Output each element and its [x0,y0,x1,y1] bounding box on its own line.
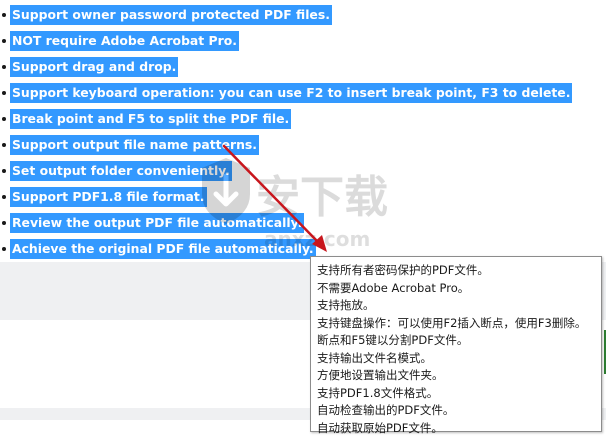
bullet-icon [2,195,6,199]
feature-item: Break point and F5 to split the PDF file… [0,109,291,129]
feature-item: Support output file name patterns. [0,135,259,155]
feature-item: Support owner password protected PDF fil… [0,5,332,25]
feature-item: Review the output PDF file automatically… [0,213,304,233]
tooltip-line: 支持输出文件名模式。 [317,350,601,368]
tooltip-line: 断点和F5键以分割PDF文件。 [317,332,601,350]
feature-text[interactable]: Support PDF1.8 file format. [10,187,207,207]
tooltip-line: 自动获取原始PDF文件。 [317,420,601,437]
feature-text[interactable]: Break point and F5 to split the PDF file… [10,109,291,129]
tooltip-line: 支持所有者密码保护的PDF文件。 [317,262,601,280]
bullet-icon [2,221,6,225]
bullet-icon [2,91,6,95]
feature-item: Support keyboard operation: you can use … [0,83,572,103]
feature-text[interactable]: Support output file name patterns. [10,135,259,155]
feature-item: NOT require Adobe Acrobat Pro. [0,31,239,51]
feature-item: Set output folder conveniently. [0,161,232,181]
feature-list: Support owner password protected PDF fil… [0,0,606,262]
bullet-icon [2,169,6,173]
feature-text[interactable]: Set output folder conveniently. [10,161,232,181]
tooltip-line: 方便地设置输出文件夹。 [317,367,601,385]
bullet-icon [2,13,6,17]
feature-text[interactable]: Review the output PDF file automatically… [10,213,304,233]
feature-item: Achieve the original PDF file automatica… [0,239,316,259]
bullet-icon [2,65,6,69]
bullet-icon [2,117,6,121]
bullet-icon [2,143,6,147]
feature-text[interactable]: Achieve the original PDF file automatica… [10,239,316,259]
feature-text[interactable]: NOT require Adobe Acrobat Pro. [10,31,239,51]
feature-item: Support drag and drop. [0,57,178,77]
feature-item: Support PDF1.8 file format. [0,187,207,207]
tooltip-line: 支持PDF1.8文件格式。 [317,385,601,403]
feature-text[interactable]: Support drag and drop. [10,57,178,77]
tooltip-line: 自动检查输出的PDF文件。 [317,402,601,420]
translation-tooltip: 支持所有者密码保护的PDF文件。 不需要Adobe Acrobat Pro。 支… [310,256,602,432]
tooltip-line: 不需要Adobe Acrobat Pro。 [317,280,601,298]
feature-text[interactable]: Support owner password protected PDF fil… [10,5,332,25]
feature-text[interactable]: Support keyboard operation: you can use … [10,83,572,103]
bullet-icon [2,39,6,43]
tooltip-line: 支持键盘操作：可以使用F2插入断点，使用F3删除。 [317,315,601,333]
bullet-icon [2,247,6,251]
tooltip-line: 支持拖放。 [317,297,601,315]
